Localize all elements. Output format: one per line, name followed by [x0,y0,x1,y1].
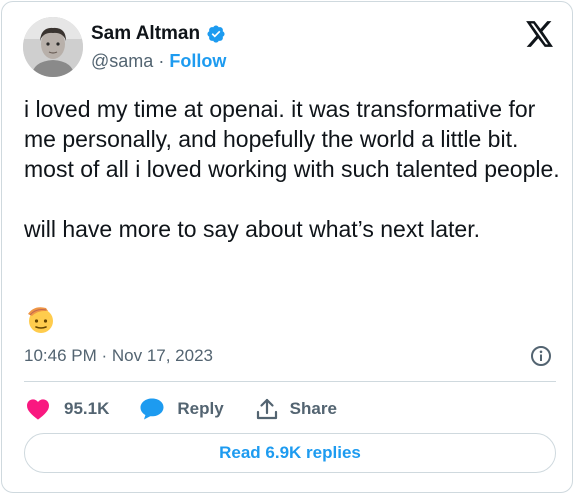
author-name[interactable]: Sam Altman [91,23,200,45]
author-name-row[interactable]: Sam Altman [91,23,226,45]
read-replies-button[interactable]: Read 6.9K replies [24,433,556,473]
tweet-timestamp[interactable]: 10:46 PM · Nov 17, 2023 [24,346,213,366]
handle-row: @sama · Follow [91,51,226,72]
follow-button[interactable]: Follow [169,51,226,71]
reply-label: Reply [177,399,224,418]
avatar[interactable] [23,17,83,77]
share-button[interactable]: Share [256,397,337,421]
reply-bubble-icon [139,397,165,421]
like-button[interactable]: 95.1K [26,398,109,420]
reply-button[interactable]: Reply [139,397,224,421]
tweet-text: i loved my time at openai. it was transf… [24,96,560,242]
divider [24,381,556,382]
info-icon[interactable] [530,345,552,367]
tweet-actions: 95.1K Reply Share [26,396,337,422]
separator-dot: · [158,51,165,71]
verified-badge-icon [206,24,226,44]
saluting-face-emoji [24,302,58,336]
like-count: 95.1K [64,399,110,418]
author-handle[interactable]: @sama [91,51,153,71]
heart-icon [26,398,50,420]
tweet-card: Sam Altman @sama · Follow i loved my tim… [1,1,573,493]
profile-photo [23,17,83,77]
share-label: Share [289,399,337,418]
x-logo-icon[interactable] [526,21,554,47]
share-upload-icon [256,397,278,421]
